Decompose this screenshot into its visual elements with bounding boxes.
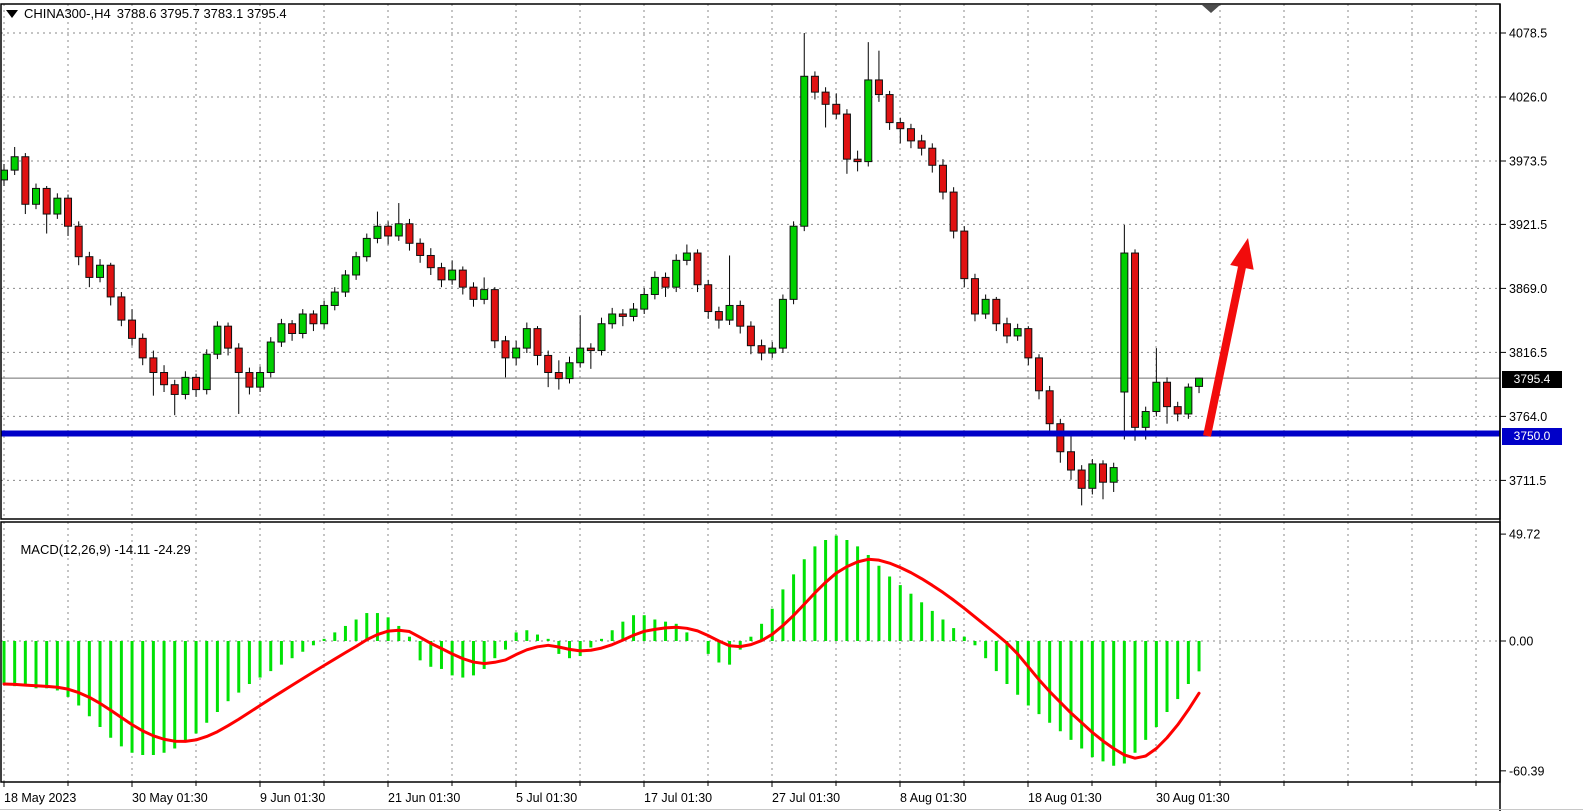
- macd-axis-label: 49.72: [1509, 528, 1540, 542]
- time-axis-label: 30 May 01:30: [132, 791, 208, 805]
- chart-title: CHINA300-,H4 3788.6 3795.7 3783.1 3795.4: [6, 6, 287, 21]
- time-axis-label: 17 Jul 01:30: [644, 791, 712, 805]
- time-axis[interactable]: 18 May 2023 30 May 01:30 9 Jun 01:30 21 Jun…: [4, 782, 1476, 805]
- price-axis-label: 3869.0: [1509, 282, 1547, 296]
- time-axis-label: 18 Aug 01:30: [1028, 791, 1102, 805]
- grid-lines: [1, 4, 1500, 782]
- trend-arrow[interactable]: [1207, 238, 1254, 436]
- trading-chart-window: 4078.5 4026.0 3973.5 3921.5 3869.0 3816.5 3764…: [0, 0, 1583, 811]
- ohlc-readout: 3788.6 3795.7 3783.1 3795.4: [117, 6, 287, 21]
- chart-shift-marker-icon[interactable]: [1202, 5, 1220, 13]
- chart-canvas[interactable]: 4078.5 4026.0 3973.5 3921.5 3869.0 3816.5 3764…: [0, 0, 1583, 811]
- time-axis-label: 21 Jun 01:30: [388, 791, 460, 805]
- time-axis-label: 9 Jun 01:30: [260, 791, 325, 805]
- macd-axis-label: -60.39: [1509, 764, 1544, 778]
- time-axis-label: 27 Jul 01:30: [772, 791, 840, 805]
- macd-signal-line: [4, 559, 1199, 758]
- price-axis-label: 4078.5: [1509, 27, 1547, 41]
- time-axis-label: 18 May 2023: [4, 791, 76, 805]
- time-axis-label: 5 Jul 01:30: [516, 791, 577, 805]
- support-price-badge: 3750.0: [1502, 428, 1562, 445]
- price-axis-label: 3973.5: [1509, 155, 1547, 169]
- macd-indicator-label: MACD(12,26,9) -14.11 -24.29: [6, 527, 191, 572]
- symbol-dropdown-icon[interactable]: [6, 10, 18, 18]
- symbol-label: CHINA300-,H4: [24, 6, 111, 21]
- price-axis-label: 3764.0: [1509, 410, 1547, 424]
- macd-label-text: MACD(12,26,9) -14.11 -24.29: [20, 542, 190, 557]
- price-axis-label: 4026.0: [1509, 91, 1547, 105]
- time-axis-label: 8 Aug 01:30: [900, 791, 967, 805]
- time-axis-label: 30 Aug 01:30: [1156, 791, 1230, 805]
- price-axis-label: 3816.5: [1509, 346, 1547, 360]
- macd-axis-label: 0.00: [1509, 635, 1533, 649]
- price-axis-label: 3711.5: [1509, 474, 1546, 488]
- price-axis[interactable]: 4078.5 4026.0 3973.5 3921.5 3869.0 3816.5 3764…: [1500, 27, 1547, 488]
- price-axis-label: 3921.5: [1509, 218, 1547, 232]
- macd-axis[interactable]: 49.72 0.00 -60.39: [1500, 528, 1544, 779]
- current-price-badge: 3795.4: [1502, 371, 1562, 388]
